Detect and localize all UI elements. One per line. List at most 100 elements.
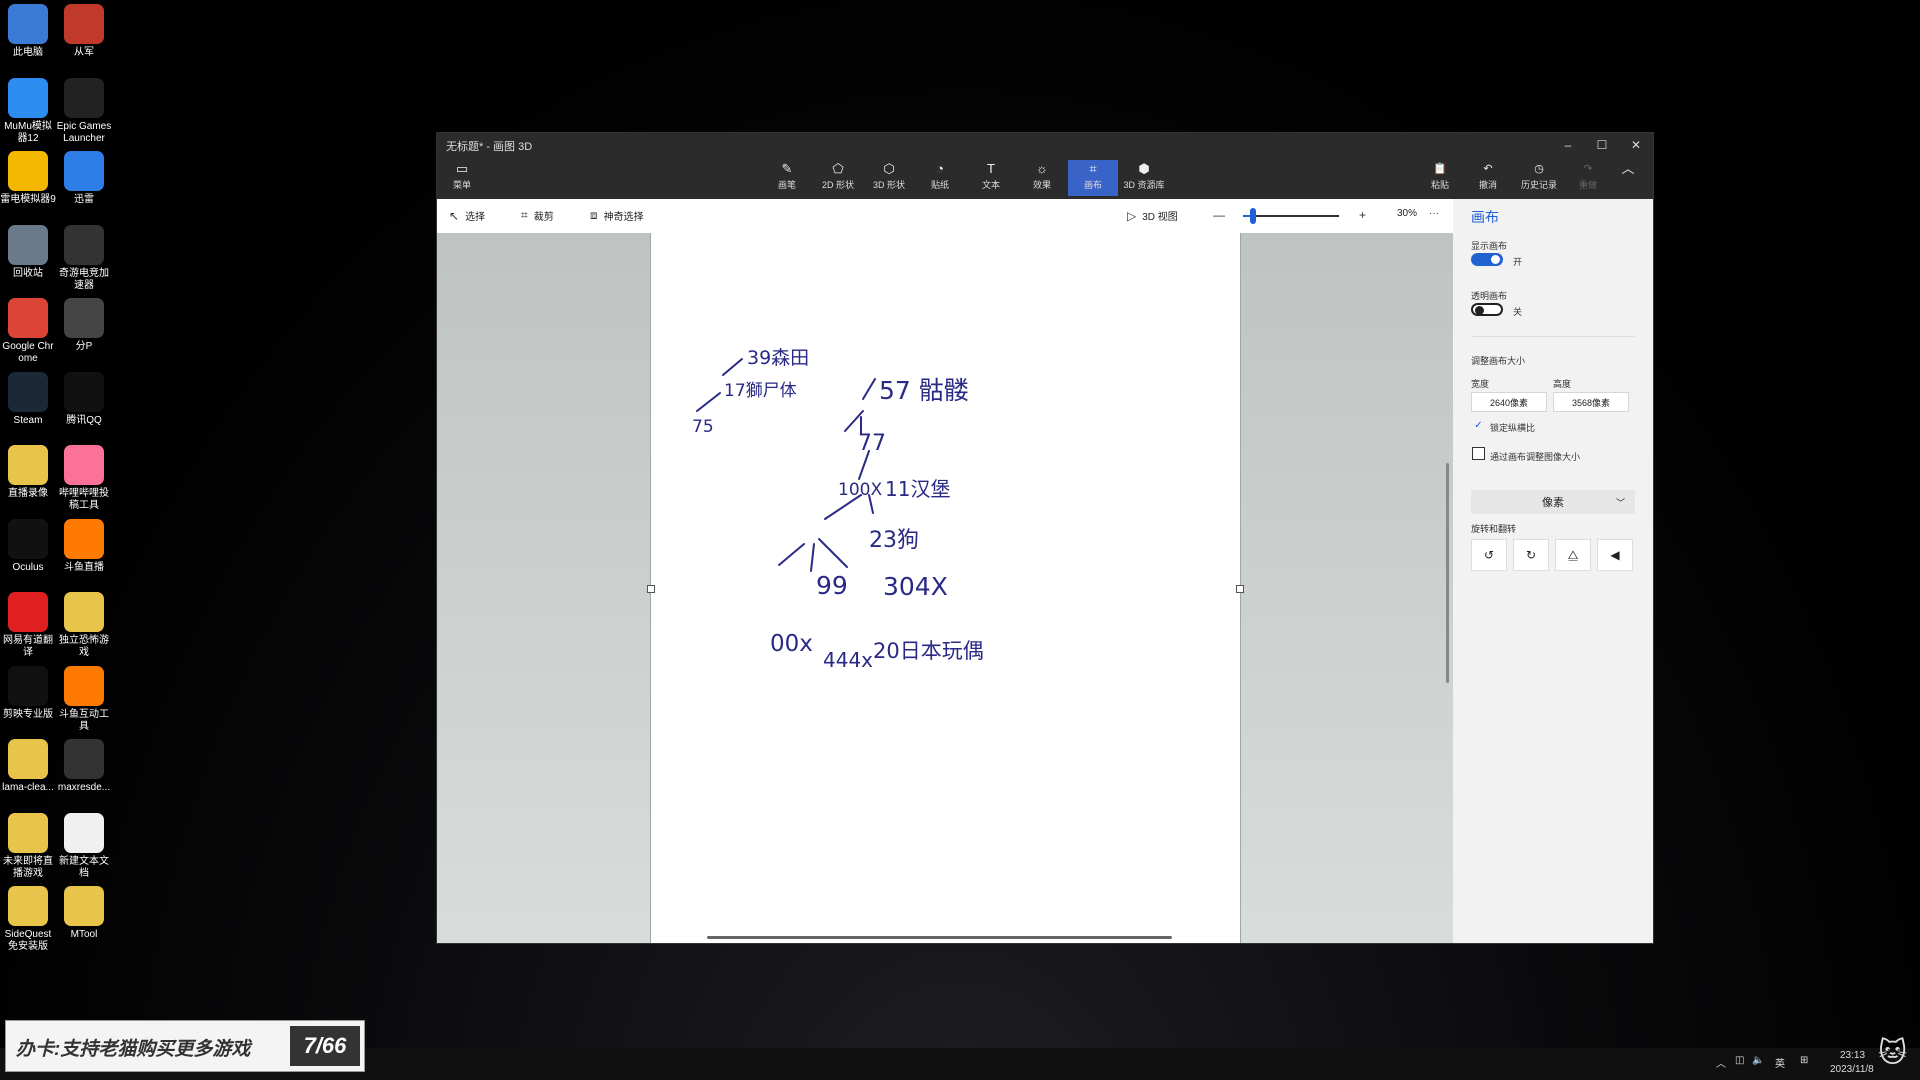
tool-label: 画笔 [777,180,796,190]
zoom-slider[interactable] [1243,208,1339,224]
tool-library-3d[interactable]: ⬢ 3D 资源库 [1119,160,1169,196]
title-bar[interactable]: 无标题* - 画图 3D – ☐ ✕ [437,133,1653,157]
clock-date[interactable]: 2023/11/8 [1830,1064,1874,1075]
network-icon[interactable]: ◫ [1735,1055,1744,1066]
tray-chevron-up-icon[interactable]: ︿ [1716,1055,1726,1070]
tool-paste[interactable]: 📋 粘贴 [1415,160,1465,196]
magic-select-icon: ⧈ [590,208,598,222]
horizontal-scrollbar[interactable] [707,936,1172,939]
flip-horizontal-button[interactable]: ⧋ [1555,539,1591,571]
rotate-right-button[interactable]: ↻ [1513,539,1549,571]
desktop-icon[interactable]: 此电脑 [0,4,56,59]
desktop-icon[interactable]: Oculus [0,518,56,574]
desktop-icon-label: maxresde... [57,782,111,793]
zoom-slider-thumb[interactable] [1249,208,1256,224]
collapse-toolbar-button[interactable]: ︿ [1603,160,1653,196]
desktop-icon[interactable]: 剪映专业版 [0,665,56,721]
zoom-in-button[interactable]: + [1359,208,1366,222]
ime-indicator[interactable]: 英 [1775,1055,1785,1070]
desktop-icon[interactable]: 迅雷 [56,151,112,206]
stroke-line [818,538,848,568]
tool-effects[interactable]: ☼ 效果 [1017,160,1067,196]
clock-time[interactable]: 23:13 [1840,1050,1865,1061]
desktop-icon[interactable]: lama-clea... [0,739,56,794]
desktop-icon[interactable]: 雷电模拟器9 [0,151,56,206]
menu-button[interactable]: ▭ 菜单 [437,160,487,196]
tool-text[interactable]: T 文本 [966,160,1016,196]
desktop-icon[interactable]: SideQuest免安装版 [0,886,56,953]
show-canvas-toggle[interactable] [1471,253,1503,266]
resize-image-label: 通过画布调整图像大小 [1490,452,1581,462]
tool-canvas[interactable]: ⌗ 画布 [1068,160,1118,196]
tool-history[interactable]: ◷ 历史记录 [1514,160,1564,196]
vertical-scrollbar[interactable] [1446,463,1449,683]
zoom-percent[interactable]: 30% [1397,208,1417,219]
transparent-canvas-state: 关 [1513,307,1523,317]
lock-ratio-checkbox[interactable]: ✓ [1472,419,1485,432]
show-canvas-label: 显示画布 [1471,241,1508,251]
rotate-left-button[interactable]: ↺ [1471,539,1507,571]
desktop-icon-label: 网易有道翻译 [3,635,53,658]
desktop-icon[interactable]: 独立恐怖游戏 [56,592,112,659]
window-title: 无标题* - 画图 3D [446,141,533,153]
desktop-icon[interactable]: 哔哩哔哩投稿工具 [56,445,112,512]
resize-handle-left[interactable] [647,585,655,593]
history-icon: ◷ [1534,163,1544,175]
desktop-icon[interactable]: 从军 [56,4,112,59]
keyboard-icon[interactable]: ⊞ [1800,1055,1808,1066]
folder-icon [8,739,48,779]
desktop-icon[interactable]: Steam [0,371,56,427]
thunder-icon [64,151,104,191]
flip-horizontal-icon: ⧋ [1567,547,1579,562]
height-input[interactable]: 3568像素 [1553,392,1629,412]
desktop-icon[interactable]: 未来即将直播游戏 [0,812,56,880]
desktop-icon[interactable]: 腾讯QQ [56,371,112,427]
tool-brush[interactable]: ✎ 画笔 [762,160,812,196]
more-icon: ··· [1429,208,1439,219]
qq-icon [64,371,104,412]
drawing-canvas[interactable]: 39森田 17獅尸体 75 57 骷髅 77 100X 11汉堡 23狗 99 … [650,233,1241,943]
desktop-icon[interactable]: MuMu模拟器12 [0,77,56,145]
canvas-panel: 画布 显示画布 开 透明画布 关 调整画布大小 宽度 高度 2640像素 356… [1453,199,1653,943]
tool-shape-2d[interactable]: ⬠ 2D 形状 [813,160,863,196]
zoom-out-icon: — [1213,208,1225,222]
desktop-icon[interactable]: 斗鱼直播 [56,518,112,574]
magic-select-button[interactable]: ⧈ 神奇选择 [590,208,644,223]
desktop-icon[interactable]: maxresde... [56,739,112,794]
flip-vertical-button[interactable]: ◀ [1597,539,1633,571]
tool-undo[interactable]: ↶ 撤消 [1463,160,1513,196]
crop-button[interactable]: ⌗ 裁剪 [521,208,554,223]
resize-handle-right[interactable] [1236,585,1244,593]
desktop-icon[interactable]: 分P [56,298,112,353]
minimize-button[interactable]: – [1551,133,1585,157]
transparent-canvas-toggle[interactable] [1471,303,1503,316]
tool-sticker[interactable]: ◔ 贴纸 [915,160,965,196]
volume-icon[interactable]: 🔈 [1752,1055,1764,1066]
maximize-button[interactable]: ☐ [1585,133,1619,157]
tool-shape-3d[interactable]: ⬡ 3D 形状 [864,160,914,196]
select-button[interactable]: ↖ 选择 [449,208,485,224]
desktop-icon-label: 未来即将直播游戏 [3,855,53,879]
more-button[interactable]: ··· [1429,208,1439,219]
desktop-icon[interactable]: 回收站 [0,224,56,280]
sticker-icon: ◔ [936,161,944,176]
desktop-icon[interactable]: MTool [56,886,112,941]
zoom-out-button[interactable]: — [1213,208,1225,222]
stroke-line [810,543,815,572]
desktop-icon[interactable]: 斗鱼互动工具 [56,665,112,733]
desktop-icon[interactable]: 新建文本文档 [56,812,112,880]
view-3d-button[interactable]: ▷ 3D 视图 [1127,208,1178,224]
epic-icon [64,77,104,118]
resize-image-checkbox[interactable] [1472,447,1485,460]
work-area[interactable]: 39森田 17獅尸体 75 57 骷髅 77 100X 11汉堡 23狗 99 … [437,233,1453,943]
desktop-icon[interactable]: Epic Games Launcher [56,77,112,145]
desktop-icon[interactable]: Google Chrome [0,298,56,365]
unit-dropdown[interactable]: 像素 ﹀ [1471,490,1635,514]
width-input[interactable]: 2640像素 [1471,392,1547,412]
desktop-icon[interactable]: 网易有道翻译 [0,592,56,659]
handwriting-drawing: 39森田 17獅尸体 75 57 骷髅 77 100X 11汉堡 23狗 99 … [692,347,984,672]
desktop-icon[interactable]: 奇游电竞加速器 [56,224,112,292]
desktop-icon[interactable]: 直播录像 [0,445,56,500]
close-button[interactable]: ✕ [1619,133,1653,157]
desktop-icon-label: SideQuest免安装版 [4,929,52,952]
